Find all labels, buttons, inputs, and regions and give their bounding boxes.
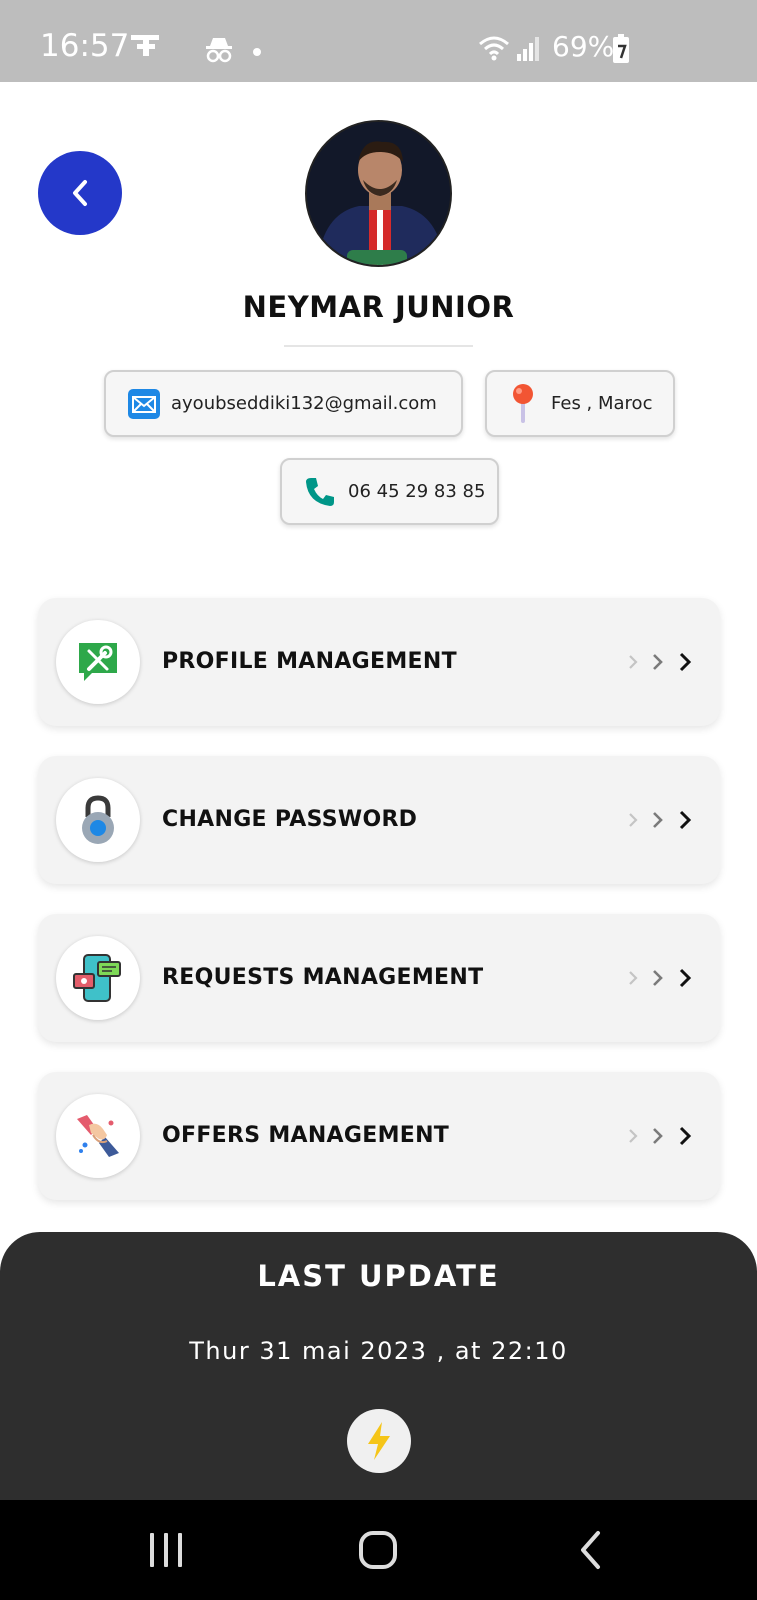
email-icon [127, 388, 161, 420]
location-chip[interactable]: Fes , Maroc [485, 370, 675, 437]
requests-phone-icon [56, 936, 140, 1020]
system-nav-bar [0, 1500, 757, 1600]
name-divider [284, 345, 473, 347]
battery-icon [612, 34, 630, 69]
status-bar: 16:57 69% [0, 0, 757, 82]
phone-chip[interactable]: 06 45 29 83 85 [280, 458, 499, 525]
incognito-icon [204, 36, 234, 69]
profile-tools-icon [56, 620, 140, 704]
user-name: NEYMAR JUNIOR [242, 290, 515, 324]
menu-item-requests-management[interactable]: REQUESTS MANAGEMENT [38, 914, 720, 1042]
status-time: 16:57 [40, 28, 130, 64]
menu-item-profile-management[interactable]: PROFILE MANAGEMENT [38, 598, 720, 726]
back-arrow-icon [581, 1531, 600, 1569]
dot-icon [252, 44, 262, 62]
menu-item-change-password[interactable]: CHANGE PASSWORD [38, 756, 720, 884]
email-chip[interactable]: ayoubseddiki132@gmail.com [104, 370, 463, 437]
wifi-icon [478, 34, 510, 67]
location-text: Fes , Maroc [551, 393, 653, 414]
last-update-date: Thur 31 mai 2023 , at 22:10 [189, 1337, 568, 1365]
menu-label: PROFILE MANAGEMENT [162, 649, 457, 674]
menu-label: CHANGE PASSWORD [162, 807, 418, 832]
last-update-title: LAST UPDATE [257, 1259, 500, 1293]
phone-icon [304, 476, 336, 508]
chevron-right-icon [628, 805, 692, 835]
chevron-right-icon [628, 963, 692, 993]
app-notification-icon [128, 32, 162, 63]
recent-apps-icon [150, 1533, 182, 1567]
home-icon [359, 1531, 397, 1569]
handshake-icon [56, 1094, 140, 1178]
last-update-panel: LAST UPDATE Thur 31 mai 2023 , at 22:10 [0, 1232, 757, 1500]
menu-item-offers-management[interactable]: OFFERS MANAGEMENT [38, 1072, 720, 1200]
home-button[interactable] [358, 1530, 398, 1570]
system-back-button[interactable] [578, 1530, 604, 1570]
chevron-right-icon [628, 1121, 692, 1151]
recent-apps-button[interactable] [148, 1530, 184, 1570]
menu-label: REQUESTS MANAGEMENT [162, 965, 484, 990]
padlock-icon [56, 778, 140, 862]
lightning-icon[interactable] [347, 1409, 411, 1473]
signal-icon [516, 36, 540, 67]
map-pin-icon [511, 383, 535, 425]
avatar[interactable] [305, 120, 452, 267]
phone-text: 06 45 29 83 85 [348, 481, 486, 502]
back-button[interactable] [38, 151, 122, 235]
battery-level: 69% [552, 30, 615, 63]
menu-label: OFFERS MANAGEMENT [162, 1123, 450, 1148]
email-text: ayoubseddiki132@gmail.com [171, 393, 437, 414]
chevron-left-icon [73, 180, 87, 206]
chevron-right-icon [628, 647, 692, 677]
